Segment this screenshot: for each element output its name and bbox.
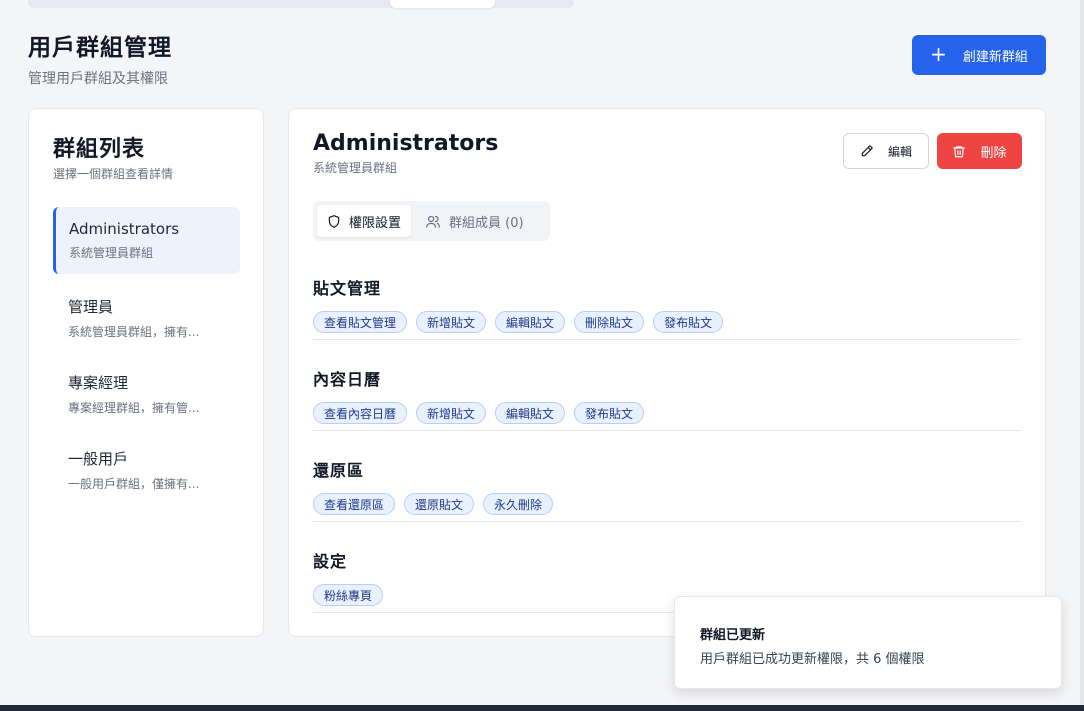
delete-button[interactable]: 刪除 <box>937 133 1022 169</box>
toast-title: 群組已更新 <box>700 628 766 643</box>
tab-members-label: 群組成員 (0) <box>449 215 524 231</box>
group-name: 專案經理 <box>68 374 129 392</box>
permission-tags: 查看貼文管理 新增貼文 編輯貼文 刪除貼文 發布貼文 <box>313 311 1021 333</box>
create-group-label: 創建新群組 <box>962 49 1028 65</box>
create-group-button[interactable]: + 創建新群組 <box>912 35 1046 75</box>
group-item-general-user[interactable]: 一般用戶 一般用戶群組，僅擁有... <box>53 435 240 502</box>
permission-tag: 發布貼文 <box>574 402 645 424</box>
permission-section-restore: 還原區 查看還原區 還原貼文 永久刪除 <box>313 457 1021 522</box>
group-item-administrators[interactable]: Administrators 系統管理員群組 <box>53 207 240 274</box>
pencil-icon <box>860 144 874 158</box>
permission-tag: 查看內容日曆 <box>313 402 408 424</box>
permission-section-calendar: 內容日曆 查看內容日曆 新增貼文 編輯貼文 發布貼文 <box>313 366 1021 431</box>
group-name: 管理員 <box>68 298 114 316</box>
permission-tags: 查看還原區 還原貼文 永久刪除 <box>313 493 1021 515</box>
users-icon <box>425 214 441 229</box>
permission-tag: 編輯貼文 <box>495 311 566 333</box>
scrollbar-track[interactable] <box>1080 0 1084 711</box>
permission-section-title: 內容日曆 <box>313 370 382 389</box>
permission-section-posts: 貼文管理 查看貼文管理 新增貼文 編輯貼文 刪除貼文 發布貼文 <box>313 275 1021 340</box>
group-item-admin[interactable]: 管理員 系統管理員群組，擁有... <box>53 283 240 350</box>
permission-tag: 粉絲專頁 <box>313 584 384 606</box>
group-desc: 專案經理群組，擁有管... <box>68 401 200 415</box>
page-subtitle: 管理用戶群組及其權限 <box>28 71 168 87</box>
shield-icon <box>327 214 341 229</box>
tab-members[interactable]: 群組成員 (0) <box>415 205 534 237</box>
group-detail-subtitle: 系統管理員群組 <box>313 161 398 175</box>
permission-tag: 查看貼文管理 <box>313 311 408 333</box>
page-header: 用戶群組管理 管理用戶群組及其權限 <box>28 28 172 88</box>
group-desc: 系統管理員群組，擁有... <box>68 325 200 339</box>
permission-tag: 編輯貼文 <box>495 402 566 424</box>
group-desc: 系統管理員群組 <box>69 246 154 260</box>
group-name: Administrators <box>69 220 180 238</box>
top-nav-active-tab[interactable] <box>390 0 495 8</box>
permission-tag: 新增貼文 <box>416 311 487 333</box>
permission-tag: 永久刪除 <box>483 493 554 515</box>
toast-message: 用戶群組已成功更新權限，共 6 個權限 <box>700 652 925 667</box>
permission-tag: 刪除貼文 <box>574 311 645 333</box>
group-list-title: 群組列表 <box>53 137 146 162</box>
plus-icon: + <box>930 42 947 66</box>
group-list-subtitle: 選擇一個群組查看詳情 <box>53 167 174 181</box>
page-title: 用戶群組管理 <box>28 35 172 61</box>
detail-tabs: 權限設置 群組成員 (0) <box>313 201 550 241</box>
permission-tag: 查看還原區 <box>313 493 396 515</box>
toast-notification[interactable]: 群組已更新 用戶群組已成功更新權限，共 6 個權限 <box>674 596 1062 689</box>
group-detail-title: Administrators <box>313 131 499 156</box>
tab-permissions[interactable]: 權限設置 <box>317 205 412 237</box>
group-item-project-manager[interactable]: 專案經理 專案經理群組，擁有管... <box>53 359 240 426</box>
window-bottom-border <box>0 705 1084 711</box>
group-detail-panel: Administrators 系統管理員群組 編輯 刪除 權限設置 群組成員 (… <box>288 108 1046 637</box>
permission-section-title: 還原區 <box>313 461 365 480</box>
permission-section-title: 貼文管理 <box>313 279 382 298</box>
edit-button[interactable]: 編輯 <box>843 133 929 169</box>
edit-label: 編輯 <box>887 144 912 159</box>
group-name: 一般用戶 <box>68 450 129 468</box>
permission-tag: 發布貼文 <box>653 311 724 333</box>
permission-section-title: 設定 <box>313 552 348 571</box>
group-list-panel: 群組列表 選擇一個群組查看詳情 Administrators 系統管理員群組 管… <box>28 108 264 637</box>
permission-tag: 還原貼文 <box>404 493 475 515</box>
group-list: Administrators 系統管理員群組 管理員 系統管理員群組，擁有...… <box>53 207 240 511</box>
permission-tags: 查看內容日曆 新增貼文 編輯貼文 發布貼文 <box>313 402 1021 424</box>
delete-label: 刪除 <box>980 145 1007 161</box>
tab-permissions-label: 權限設置 <box>349 215 402 231</box>
permission-tag: 新增貼文 <box>416 402 487 424</box>
trash-icon <box>952 144 966 159</box>
group-desc: 一般用戶群組，僅擁有... <box>68 477 200 491</box>
